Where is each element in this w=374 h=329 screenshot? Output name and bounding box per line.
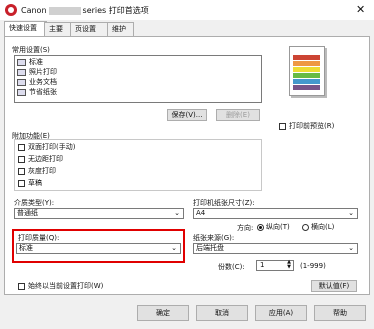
tab-quick-setup[interactable]: 快速设置 [4, 21, 47, 37]
checkbox-box[interactable] [18, 143, 25, 151]
media-type-select[interactable]: 普通纸 ⌄ [14, 208, 184, 219]
title-prefix: Canon [21, 6, 47, 15]
common-settings-label: 常用设置(S) [12, 46, 50, 54]
preview-band [293, 67, 320, 72]
borderless-checkbox[interactable]: 无边距打印 [18, 154, 63, 164]
tab-page-setup[interactable]: 页设置 [70, 22, 108, 36]
save-button[interactable]: 保存(V)... [167, 109, 207, 121]
checkbox-box[interactable] [279, 122, 286, 130]
apply-button[interactable]: 应用(A) [255, 305, 307, 321]
spinner-arrows-icon[interactable]: ▲ ▼ [287, 260, 291, 270]
duplex-checkbox[interactable]: 双面打印(手动) [18, 142, 75, 152]
window-title: Canon series 打印首选项 [21, 5, 149, 16]
preview-band [293, 61, 320, 66]
list-item[interactable]: 业务文档 [17, 78, 57, 87]
draft-checkbox[interactable]: 草稿 [18, 178, 42, 188]
redacted-model-name [48, 6, 81, 15]
preview-band [293, 73, 320, 78]
orientation-label: 方向: [237, 224, 254, 232]
grayscale-checkbox[interactable]: 灰度打印 [18, 166, 56, 176]
copies-range: (1-999) [300, 262, 326, 270]
cancel-button[interactable]: 取消 [196, 305, 248, 321]
preview-before-print-checkbox[interactable]: 打印前预览(R) [279, 121, 334, 131]
paper-saving-icon [17, 88, 26, 96]
title-bar: Canon series 打印首选项 ✕ [0, 0, 374, 20]
print-preview-image [289, 46, 325, 96]
delete-button[interactable]: 删除(E) [216, 109, 260, 121]
ok-button[interactable]: 确定 [137, 305, 189, 321]
checkbox-box[interactable] [18, 282, 25, 290]
list-item[interactable]: 节省纸张 [17, 88, 57, 97]
list-item[interactable]: 标准 [17, 58, 43, 67]
copies-label: 份数(C): [218, 263, 245, 271]
paper-size-select[interactable]: A4 ⌄ [193, 208, 358, 219]
checkbox-box[interactable] [18, 179, 25, 187]
preview-band [293, 55, 320, 60]
common-settings-list[interactable]: 标准 照片打印 业务文档 节省纸张 [14, 55, 262, 103]
portrait-radio[interactable]: 纵向(T) [257, 222, 290, 232]
list-item[interactable]: 照片打印 [17, 68, 57, 77]
paper-source-label: 纸张来源(G): [193, 234, 235, 242]
title-suffix: series 打印首选项 [82, 6, 149, 15]
preview-band [293, 79, 320, 84]
always-print-current-checkbox[interactable]: 始终以当前设置打印(W) [18, 281, 103, 291]
radio-dot[interactable] [302, 223, 309, 231]
landscape-radio[interactable]: 横向(L) [302, 222, 334, 232]
canon-printer-icon [5, 4, 17, 16]
document-icon [17, 58, 26, 66]
chevron-down-icon: ⌄ [174, 209, 180, 217]
checkbox-box[interactable] [18, 155, 25, 163]
copies-spinner[interactable]: 1 ▲ ▼ [256, 260, 294, 271]
tab-maintenance[interactable]: 维护 [107, 22, 134, 36]
radio-dot[interactable] [257, 223, 264, 231]
tab-main[interactable]: 主要 [44, 22, 71, 36]
media-type-label: 介质类型(Y): [14, 199, 55, 207]
business-document-icon [17, 78, 26, 86]
defaults-button[interactable]: 默认值(F) [311, 280, 357, 292]
close-icon[interactable]: ✕ [356, 3, 365, 16]
chevron-down-icon: ⌄ [348, 209, 354, 217]
checkbox-box[interactable] [18, 167, 25, 175]
paper-source-select[interactable]: 后端托盘 ⌄ [193, 243, 358, 254]
highlight-box [12, 229, 185, 263]
preview-band [293, 85, 320, 90]
paper-size-label: 打印机纸张尺寸(Z): [193, 199, 255, 207]
chevron-down-icon: ⌄ [348, 244, 354, 252]
photo-icon [17, 68, 26, 76]
help-button[interactable]: 帮助 [314, 305, 366, 321]
